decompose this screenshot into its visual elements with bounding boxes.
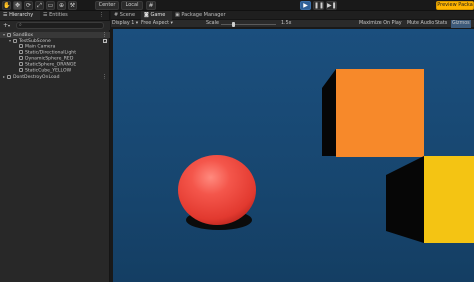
tab-entities-label: Entities (49, 12, 68, 18)
view-tab-bar: # Scene ◙ Game ▣ Package Manager (111, 11, 474, 20)
custom-tool-icon[interactable]: ⚒ (68, 1, 77, 10)
rotate-tool-icon[interactable]: ⟳ (24, 1, 33, 10)
gameobject-icon (19, 50, 23, 54)
display-dropdown[interactable]: Display 1 ▾ (112, 20, 138, 28)
scale-tool-icon[interactable]: ⤢ (35, 1, 44, 10)
static-cube-orange[interactable] (336, 69, 424, 157)
gameobject-icon (19, 62, 23, 66)
tab-scene[interactable]: # Scene (111, 11, 141, 20)
display-value: Display 1 (112, 21, 135, 26)
pause-button[interactable]: ❚❚ (313, 1, 324, 10)
yellow-cube-shadow (386, 156, 424, 243)
chevron-down-icon[interactable]: ▾ (8, 21, 10, 30)
orange-cube-shadow (322, 69, 336, 156)
tab-hierarchy-label: Hierarchy (9, 12, 34, 18)
package-icon: ▣ (175, 12, 180, 18)
scene-render-svg (178, 69, 474, 243)
scale-slider-handle[interactable] (232, 21, 235, 27)
hierarchy-item-label: Main Camera (25, 44, 56, 50)
hierarchy-item-label: StaticCube_YELLOW (25, 68, 72, 74)
game-control-bar: Display 1 ▾ Free Aspect ▾ Scale 1.5x Max… (111, 20, 474, 28)
tab-scene-label: Scene (119, 12, 136, 18)
space-label: Local (125, 2, 139, 8)
hierarchy-search-bar: + ▾ ⌕ (0, 21, 110, 30)
dynamic-sphere-red[interactable] (178, 155, 256, 225)
panel-menu-icon[interactable]: ⋮ (96, 11, 110, 20)
gameobject-icon (19, 56, 23, 60)
gizmos-toggle[interactable]: Gizmos (451, 20, 471, 28)
subscene-checkbox[interactable]: ✓ (103, 39, 107, 44)
subscene-icon (13, 38, 17, 43)
hierarchy-search-input[interactable]: ⌕ (16, 22, 104, 29)
hand-tool-icon[interactable]: ✋ (2, 1, 11, 10)
tab-entities[interactable]: ☰ Entities (40, 11, 74, 20)
preview-label: Preview Packa (437, 2, 473, 8)
mute-audio-toggle[interactable]: Mute Audio (407, 20, 434, 28)
hierarchy-tab-bar: ☰ Hierarchy ☰ Entities ⋮ (0, 11, 109, 21)
tab-game[interactable]: ◙ Game (141, 11, 172, 20)
step-button[interactable]: ▶❚ (326, 1, 337, 10)
hierarchy-item-dontdestroy[interactable]: ▸ DontDestroyOnLoad ⋮ (0, 74, 110, 80)
grid-snap-icon[interactable]: # (146, 1, 156, 10)
game-render-view[interactable] (113, 29, 474, 282)
aspect-dropdown[interactable]: Free Aspect ▾ (141, 20, 173, 28)
search-icon: ⌕ (19, 22, 22, 28)
entities-icon: ☰ (43, 12, 48, 18)
gameobject-icon (19, 44, 23, 48)
aspect-value: Free Aspect (141, 21, 169, 26)
hierarchy-item-label: StaticSphere_ORANGE (25, 62, 77, 68)
gamepad-icon: ◙ (144, 12, 149, 18)
pivot-toggle-button[interactable]: Center (95, 1, 119, 10)
tab-package-manager[interactable]: ▣ Package Manager (172, 11, 232, 20)
list-icon: ☰ (3, 12, 8, 18)
preview-packages-button[interactable]: Preview Packa (436, 1, 474, 10)
hierarchy-item-label: Static/DirectionalLight (25, 50, 76, 56)
hash-icon: # (114, 12, 119, 18)
scale-label: Scale (206, 21, 219, 26)
hierarchy-item-label: DynamicSphere_RED (25, 56, 74, 62)
static-cube-yellow[interactable] (424, 156, 474, 243)
scale-value: 1.5x (281, 21, 292, 26)
stats-toggle[interactable]: Stats (435, 20, 447, 28)
move-tool-icon[interactable]: ✥ (13, 1, 22, 10)
pivot-label: Center (98, 2, 116, 8)
maximize-on-play-toggle[interactable]: Maximize On Play (359, 20, 402, 28)
scene-icon (7, 74, 11, 79)
scale-slider-track[interactable] (221, 23, 276, 25)
gameobject-icon (19, 68, 23, 72)
space-toggle-button[interactable]: Local (121, 1, 143, 10)
play-button[interactable]: ▶ (300, 1, 311, 10)
tab-game-label: Game (150, 12, 166, 18)
main-toolbar: ✋ ✥ ⟳ ⤢ ▭ ⊕ ⚒ Center Local # ▶ ❚❚ ▶❚ Pre… (0, 0, 474, 11)
transform-tool-icon[interactable]: ⊕ (57, 1, 66, 10)
hierarchy-panel: ☰ Hierarchy ☰ Entities ⋮ + ▾ ⌕ ▾ SandBox … (0, 11, 110, 282)
tab-package-label: Package Manager (181, 12, 226, 18)
rect-tool-icon[interactable]: ▭ (46, 1, 55, 10)
tab-hierarchy[interactable]: ☰ Hierarchy (0, 11, 40, 20)
item-menu-icon[interactable]: ⋮ (102, 74, 107, 80)
scene-icon (7, 32, 11, 37)
hierarchy-item-label: DontDestroyOnLoad (13, 75, 60, 80)
